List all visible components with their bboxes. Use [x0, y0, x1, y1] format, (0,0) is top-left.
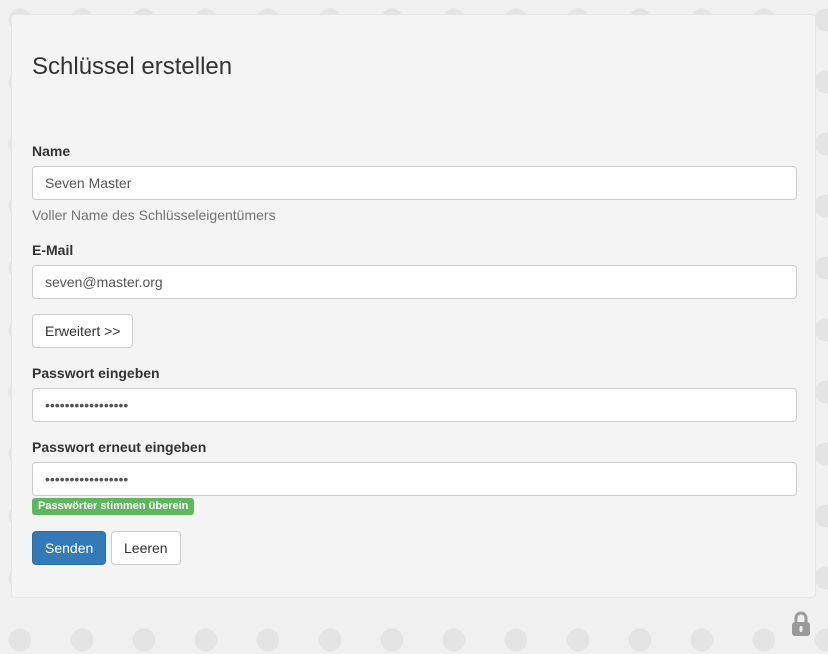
advanced-button[interactable]: Erweitert >>: [32, 314, 134, 348]
password-label: Passwort eingeben: [32, 365, 160, 381]
name-label: Name: [32, 143, 71, 159]
submit-button[interactable]: Senden: [32, 531, 107, 565]
password-input[interactable]: [32, 388, 797, 422]
reset-button[interactable]: Leeren: [111, 531, 181, 565]
password-repeat-label: Passwort erneut eingeben: [32, 439, 207, 455]
email-input[interactable]: [32, 265, 797, 299]
lock-icon[interactable]: [790, 611, 812, 637]
name-input[interactable]: [32, 166, 797, 200]
password-repeat-input[interactable]: [32, 462, 797, 496]
email-label: E-Mail: [32, 242, 74, 258]
password-match-badge: Passwörter stimmen überein: [32, 498, 195, 515]
name-help-text: Voller Name des Schlüsseleigentümers: [32, 207, 276, 223]
create-key-panel: Schlüssel erstellen Name Voller Name des…: [11, 14, 816, 598]
page-title: Schlüssel erstellen: [32, 53, 233, 80]
